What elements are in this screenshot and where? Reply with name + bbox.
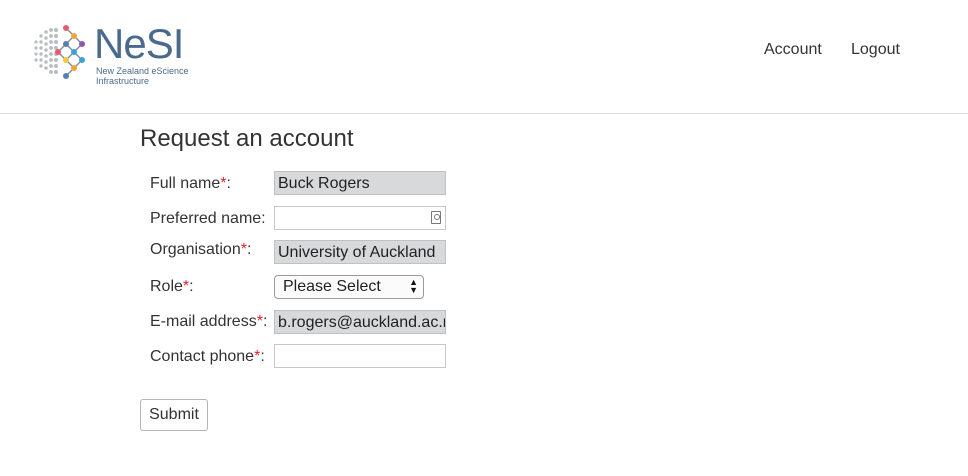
full-name-label: Full name*: [150, 175, 231, 193]
role-select[interactable]: Please Select ▲ ▼ [274, 275, 424, 299]
email-label-text: E-mail address [150, 313, 257, 330]
contact-phone-label-text: Contact phone [150, 348, 255, 365]
role-label-text: Role [150, 278, 183, 295]
organisation-input[interactable]: University of Auckland [274, 240, 446, 264]
nav-account-link[interactable]: Account [764, 41, 822, 59]
preferred-name-input[interactable] [274, 206, 446, 230]
role-selected-value: Please Select [283, 278, 381, 295]
brand-subtitle: New Zealand eScience Infrastructure [96, 66, 206, 86]
brand-subtitle-line2: Infrastructure [96, 76, 150, 86]
page-title: Request an account [140, 125, 354, 152]
brand-subtitle-line1: New Zealand eScience [96, 66, 189, 76]
submit-button[interactable]: Submit [140, 399, 208, 431]
brand-name: NeSI [94, 20, 184, 67]
nesi-logo-icon [34, 25, 85, 79]
label-colon: : [226, 175, 231, 192]
label-colon: : [189, 278, 194, 295]
organisation-label-text: Organisation [150, 241, 241, 258]
nesi-logo[interactable]: NeSI New Zealand eScience Infrastructure [30, 20, 200, 90]
contact-card-icon[interactable] [431, 211, 441, 224]
contact-phone-label: Contact phone*: [150, 348, 265, 366]
site-header: NeSI New Zealand eScience Infrastructure… [0, 0, 968, 114]
nav-logout-link[interactable]: Logout [851, 41, 900, 59]
select-arrows-icon: ▲ ▼ [409, 277, 418, 295]
full-name-input[interactable]: Buck Rogers [274, 171, 446, 195]
label-colon: : [262, 313, 268, 330]
email-label: E-mail address*: [150, 313, 267, 331]
email-input[interactable]: b.rogers@auckland.ac.nz [274, 310, 446, 334]
full-name-label-text: Full name [150, 175, 221, 192]
label-colon: : [246, 241, 252, 258]
label-colon: : [260, 348, 265, 365]
contact-phone-input[interactable] [274, 344, 446, 368]
preferred-name-label: Preferred name: [150, 210, 266, 227]
organisation-label: Organisation*: [150, 241, 251, 259]
role-label: Role*: [150, 278, 194, 296]
